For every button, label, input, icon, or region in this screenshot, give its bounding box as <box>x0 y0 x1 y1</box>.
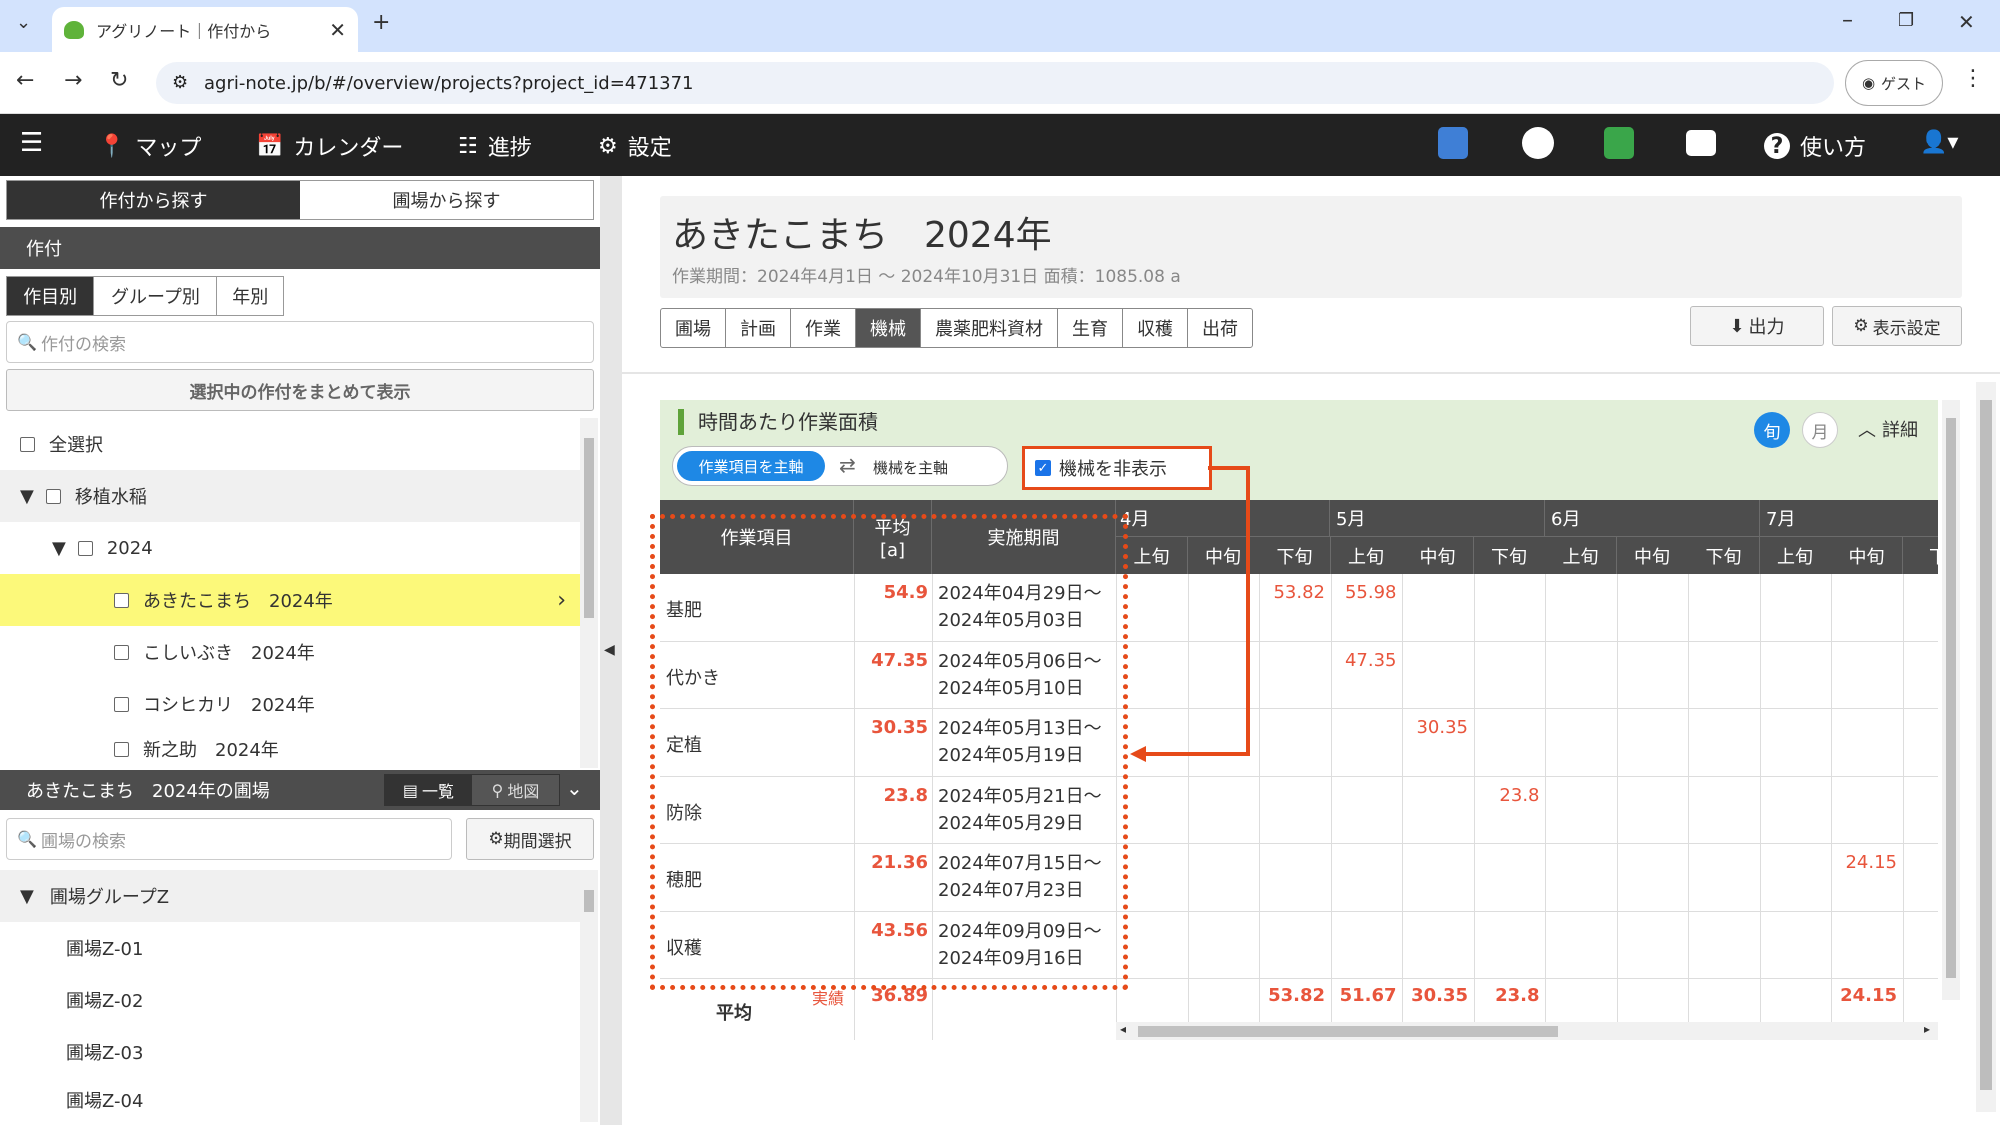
annotation-arrow <box>1130 466 1250 762</box>
